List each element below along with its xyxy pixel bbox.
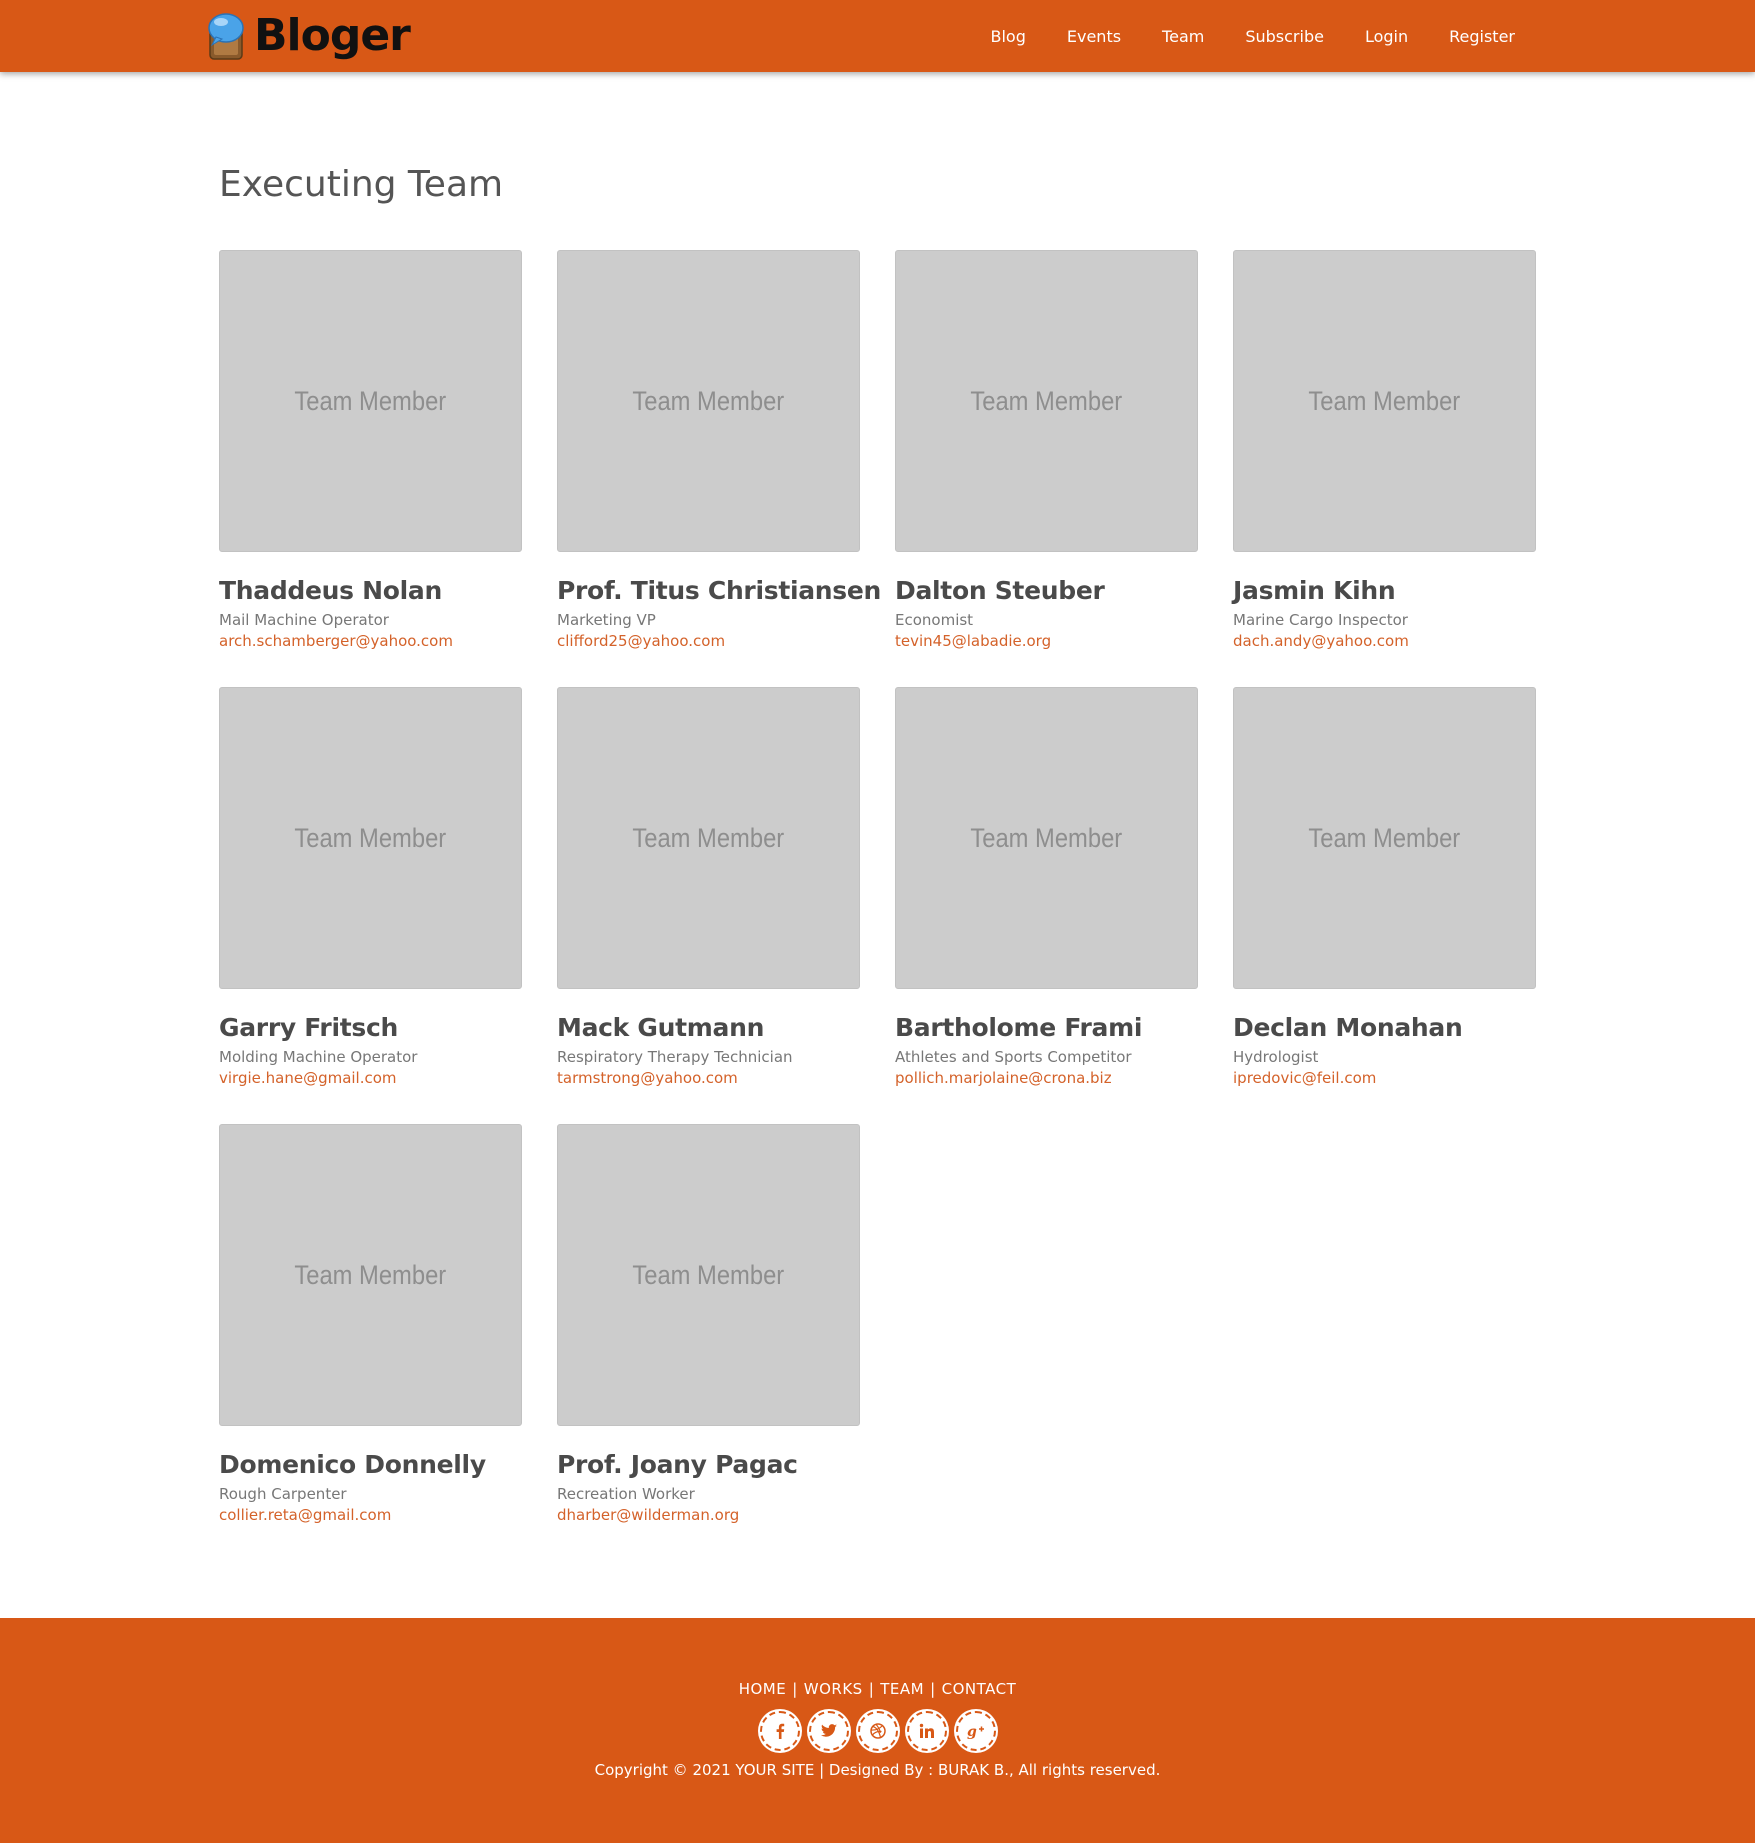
member-name: Declan Monahan	[1233, 1013, 1463, 1042]
page-title: Executing Team	[219, 164, 504, 205]
member-role: Marine Cargo Inspector	[1233, 611, 1408, 629]
team-member-card: Team Member Declan Monahan Hydrologist i…	[1233, 687, 1536, 1090]
member-photo-placeholder: Team Member	[557, 250, 860, 552]
member-role: Athletes and Sports Competitor	[895, 1048, 1132, 1066]
member-role: Marketing VP	[557, 611, 656, 629]
facebook-icon[interactable]	[759, 1711, 800, 1751]
main-nav: Blog Events Team Subscribe Login Registe…	[950, 0, 1516, 72]
linkedin-icon[interactable]	[906, 1711, 947, 1751]
member-email-link[interactable]: dach.andy@yahoo.com	[1233, 631, 1536, 653]
member-email-link[interactable]: virgie.hane@gmail.com	[219, 1068, 522, 1090]
member-photo-placeholder: Team Member	[895, 250, 1198, 552]
member-email-link[interactable]: clifford25@yahoo.com	[557, 631, 860, 653]
photo-placeholder-label: Team Member	[970, 385, 1123, 416]
photo-placeholder-label: Team Member	[632, 822, 785, 853]
member-role: Rough Carpenter	[219, 1485, 347, 1503]
team-member-card: Team Member Prof. Joany Pagac Recreation…	[557, 1124, 860, 1527]
photo-placeholder-label: Team Member	[632, 385, 785, 416]
photo-placeholder-label: Team Member	[294, 822, 447, 853]
member-name: Jasmin Kihn	[1233, 576, 1396, 605]
top-navbar: Bloger Blog Events Team Subscribe Login …	[0, 0, 1755, 72]
member-name: Prof. Joany Pagac	[557, 1450, 798, 1479]
dribbble-icon[interactable]	[857, 1711, 898, 1751]
photo-placeholder-label: Team Member	[294, 385, 447, 416]
footer-link-home[interactable]: HOME	[739, 1680, 787, 1698]
member-email-link[interactable]: arch.schamberger@yahoo.com	[219, 631, 522, 653]
photo-placeholder-label: Team Member	[1308, 385, 1461, 416]
member-email-link[interactable]: pollich.marjolaine@crona.biz	[895, 1068, 1198, 1090]
member-photo-placeholder: Team Member	[219, 250, 522, 552]
member-role: Recreation Worker	[557, 1485, 695, 1503]
team-member-card: Team Member Dalton Steuber Economist tev…	[895, 250, 1198, 653]
footer-link-works[interactable]: WORKS	[804, 1680, 863, 1698]
member-photo-placeholder: Team Member	[219, 687, 522, 989]
copyright-text: Copyright © 2021 YOUR SITE | Designed By…	[594, 1761, 1161, 1779]
member-photo-placeholder: Team Member	[1233, 250, 1536, 552]
member-role: Respiratory Therapy Technician	[557, 1048, 793, 1066]
member-name: Garry Fritsch	[219, 1013, 398, 1042]
footer-nav: HOME | WORKS | TEAM | CONTACT	[0, 1680, 1755, 1698]
member-photo-placeholder: Team Member	[557, 687, 860, 989]
photo-placeholder-label: Team Member	[294, 1259, 447, 1290]
member-role: Economist	[895, 611, 974, 629]
member-photo-placeholder: Team Member	[1233, 687, 1536, 989]
footer-separator: |	[930, 1680, 936, 1698]
team-section: Executing Team Team Member Thaddeus Nola…	[219, 150, 1539, 1524]
footer-link-team[interactable]: TEAM	[880, 1680, 924, 1698]
member-name: Bartholome Frami	[895, 1013, 1143, 1042]
member-name: Domenico Donnelly	[219, 1450, 486, 1479]
photo-placeholder-label: Team Member	[970, 822, 1123, 853]
svg-text:g: g	[967, 1724, 977, 1739]
member-email-link[interactable]: ipredovic@feil.com	[1233, 1068, 1536, 1090]
twitter-icon[interactable]	[808, 1711, 849, 1751]
google-plus-icon[interactable]: g	[955, 1711, 996, 1751]
member-email-link[interactable]: collier.reta@gmail.com	[219, 1505, 522, 1527]
nav-register[interactable]: Register	[1449, 27, 1515, 46]
team-member-card: Team Member Jasmin Kihn Marine Cargo Ins…	[1233, 250, 1536, 653]
member-role: Mail Machine Operator	[219, 611, 389, 629]
footer-separator: |	[792, 1680, 798, 1698]
member-email-link[interactable]: tevin45@labadie.org	[895, 631, 1198, 653]
member-name: Prof. Titus Christiansen	[557, 576, 882, 605]
member-name: Mack Gutmann	[557, 1013, 765, 1042]
site-footer: HOME | WORKS | TEAM | CONTACT g Copyright © 20…	[0, 1618, 1755, 1843]
member-role: Molding Machine Operator	[219, 1048, 418, 1066]
nav-login[interactable]: Login	[1365, 27, 1408, 46]
team-member-card: Team Member Mack Gutmann Respiratory The…	[557, 687, 860, 1090]
team-member-card: Team Member Prof. Titus Christiansen Mar…	[557, 250, 882, 653]
member-role: Hydrologist	[1233, 1048, 1319, 1066]
member-name: Dalton Steuber	[895, 576, 1105, 605]
team-member-card: Team Member Garry Fritsch Molding Machin…	[219, 687, 522, 1090]
member-email-link[interactable]: tarmstrong@yahoo.com	[557, 1068, 860, 1090]
member-photo-placeholder: Team Member	[895, 687, 1198, 989]
brand-name: Bloger	[254, 10, 411, 61]
member-email-link[interactable]: dharber@wilderman.org	[557, 1505, 860, 1527]
team-member-card: Team Member Thaddeus Nolan Mail Machine …	[219, 250, 522, 653]
team-member-card: Team Member Domenico Donnelly Rough Carp…	[219, 1124, 522, 1527]
photo-placeholder-label: Team Member	[1308, 822, 1461, 853]
member-name: Thaddeus Nolan	[219, 576, 442, 605]
brand-link[interactable]: Bloger	[206, 8, 411, 64]
nav-subscribe[interactable]: Subscribe	[1245, 27, 1324, 46]
photo-placeholder-label: Team Member	[632, 1259, 785, 1290]
nav-team[interactable]: Team	[1162, 27, 1204, 46]
footer-separator: |	[868, 1680, 875, 1698]
speech-bubble-logo-icon	[206, 11, 248, 61]
social-links: g	[0, 1711, 1755, 1751]
footer-link-contact[interactable]: CONTACT	[942, 1680, 1017, 1698]
member-photo-placeholder: Team Member	[219, 1124, 522, 1426]
nav-blog[interactable]: Blog	[991, 27, 1026, 46]
nav-events[interactable]: Events	[1067, 27, 1121, 46]
team-member-card: Team Member Bartholome Frami Athletes an…	[895, 687, 1198, 1090]
member-photo-placeholder: Team Member	[557, 1124, 860, 1426]
